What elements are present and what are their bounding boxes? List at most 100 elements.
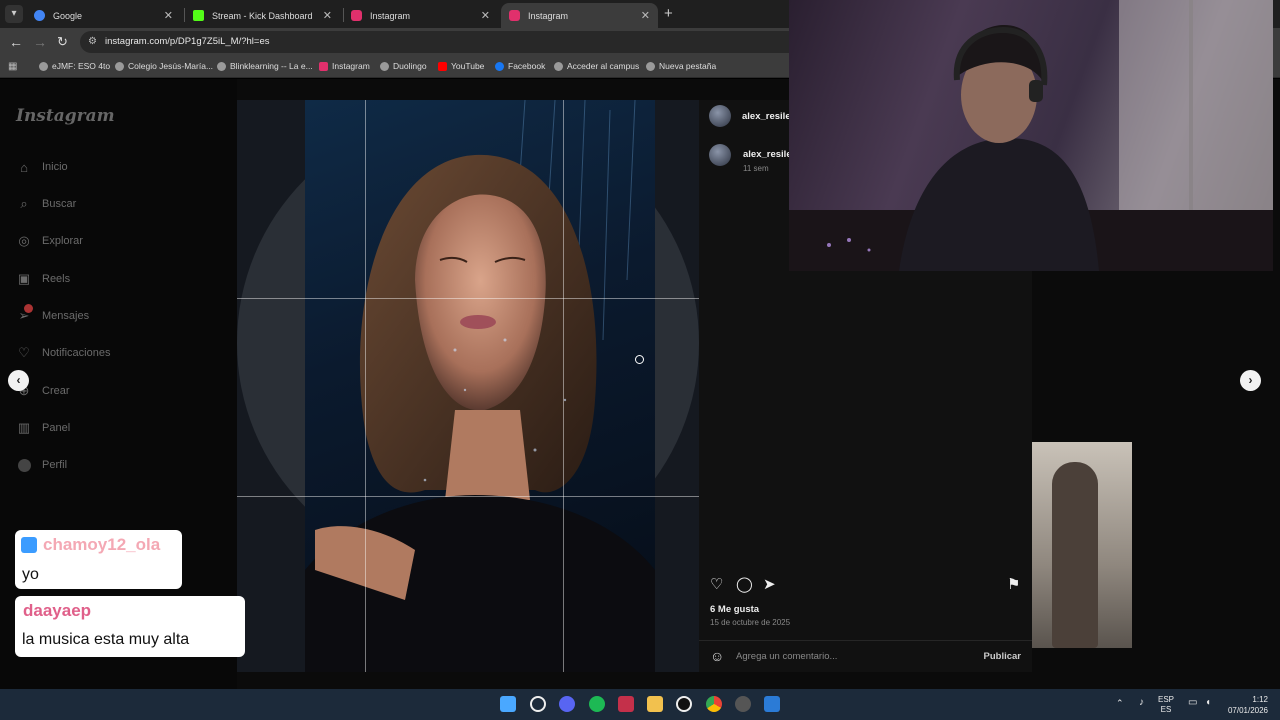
search-icon[interactable] (530, 696, 546, 712)
close-tab-icon[interactable]: ✕ (164, 9, 173, 22)
post-image-area[interactable] (237, 100, 699, 672)
spotify-icon[interactable] (589, 696, 605, 712)
share-icon[interactable]: ➤ (763, 577, 776, 592)
bookmark-item[interactable]: Colegio Jesús-María... (115, 61, 213, 71)
bookmark-item[interactable]: eJMF: ESO 4to (39, 61, 110, 71)
youtube-icon (438, 61, 447, 71)
publish-button[interactable]: Publicar (984, 651, 1022, 662)
instagram-logo[interactable]: Instagram (16, 106, 115, 126)
bookmark-label: YouTube (451, 61, 485, 71)
nav-item-buscar[interactable]: ⌕ Buscar (16, 196, 76, 212)
tray-chevron-icon[interactable]: ⌃ (1116, 698, 1124, 708)
streamer-webcam-overlay (789, 0, 1273, 271)
microphone-icon[interactable]: ♪ (1139, 698, 1144, 708)
file-explorer-icon[interactable] (647, 696, 663, 712)
nav-item-panel[interactable]: ▥ Panel (16, 420, 70, 436)
language-indicator[interactable]: ESP ES (1158, 695, 1174, 715)
tab-google[interactable]: Google ✕ (26, 3, 181, 28)
likes-count[interactable]: 6 Me gusta (710, 604, 759, 615)
bookmark-item[interactable]: Instagram (319, 61, 370, 71)
chart-icon: ▥ (17, 420, 31, 435)
nav-item-perfil[interactable]: Perfil (16, 457, 67, 473)
bookmark-label: Colegio Jesús-María... (128, 61, 214, 71)
bookmark-label: Nueva pestaña (659, 61, 717, 71)
url-input[interactable]: ⚙ instagram.com/p/DP1g7Z5iL_M/?hl=es (80, 31, 800, 53)
apps-grid-icon[interactable]: ▦ (8, 61, 17, 72)
nav-label: Notificaciones (42, 347, 111, 359)
post-author-username[interactable]: alex_resiler (742, 111, 794, 122)
remote-desktop-icon[interactable] (764, 696, 780, 712)
reload-icon[interactable]: ↻ (57, 34, 68, 50)
nav-item-mensajes[interactable]: ➢ Mensajes (16, 304, 90, 324)
kick-favicon-icon (193, 10, 204, 21)
close-tab-icon[interactable]: ✕ (323, 9, 332, 22)
globe-icon (217, 61, 226, 71)
chat-text: la musica esta muy alta (22, 631, 190, 648)
steam-icon[interactable] (735, 696, 751, 712)
chrome-icon[interactable] (706, 696, 722, 712)
nav-label: Crear (42, 385, 70, 397)
avatar[interactable] (709, 105, 731, 127)
nav-label: Mensajes (42, 310, 90, 322)
bookmark-item[interactable]: Acceder al campus (554, 61, 639, 71)
nav-item-inicio[interactable]: ⌂ Inicio (16, 159, 68, 175)
keyboard-layout: ES (1160, 705, 1172, 714)
caption-username[interactable]: alex_resiler (743, 149, 795, 160)
crop-grid-line (563, 100, 564, 672)
nav-item-explorar[interactable]: ◎ Explorar (16, 233, 83, 249)
bookmark-label: Blinklearning -- La e... (230, 61, 313, 71)
volume-icon[interactable]: ◖ (1205, 698, 1211, 708)
windows-start-icon[interactable] (500, 696, 516, 712)
site-settings-icon[interactable]: ⚙ (88, 31, 97, 53)
tab-instagram-active[interactable]: Instagram ✕ (501, 3, 658, 28)
url-text: instagram.com/p/DP1g7Z5iL_M/?hl=es (105, 36, 270, 47)
bookmark-item[interactable]: Duolingo (380, 61, 427, 71)
network-icon[interactable]: ▭ (1188, 698, 1197, 708)
comment-bar: ☺ Agrega un comentario... Publicar (699, 640, 1032, 672)
comment-input[interactable]: Agrega un comentario... (736, 651, 837, 662)
next-post-button[interactable]: › (1240, 370, 1261, 391)
nav-item-reels[interactable]: ▣ Reels (16, 271, 70, 287)
facebook-icon (495, 61, 504, 71)
new-tab-button[interactable]: + (664, 5, 673, 22)
screen: ▾ Google ✕ Stream - Kick Dashboard ✕ Ins… (0, 0, 1280, 720)
chat-username: daayaep (23, 601, 92, 620)
system-clock[interactable]: 1:12 07/01/2026 (1228, 694, 1268, 716)
globe-icon (646, 61, 655, 71)
tab-title: Instagram (370, 10, 411, 21)
discord-icon[interactable] (559, 696, 575, 712)
close-tab-icon[interactable]: ✕ (641, 9, 650, 22)
profile-icon (16, 457, 32, 473)
back-arrow-icon[interactable]: ← (9, 34, 23, 50)
heart-icon[interactable]: ♡ (710, 577, 723, 592)
close-tab-icon[interactable]: ✕ (481, 9, 490, 22)
google-favicon-icon (34, 10, 45, 21)
crop-handle-icon[interactable] (635, 355, 644, 364)
bookmark-label: eJMF: ESO 4to (52, 61, 111, 71)
tab-search-button[interactable]: ▾ (5, 5, 23, 23)
nav-label: Explorar (42, 235, 83, 247)
bookmark-icon[interactable]: ⚑ (1007, 577, 1020, 592)
nav-label: Panel (42, 422, 71, 434)
comment-icon[interactable]: ◯ (736, 577, 753, 592)
previous-post-button[interactable]: ‹ (8, 370, 29, 391)
forward-arrow-icon[interactable]: → (33, 34, 47, 50)
tab-instagram[interactable]: Instagram ✕ (343, 3, 498, 28)
tab-kick-dashboard[interactable]: Stream - Kick Dashboard ✕ (185, 3, 340, 28)
bookmark-item[interactable]: Facebook (495, 61, 545, 71)
bookmark-item[interactable]: Nueva pestaña (646, 61, 716, 71)
chat-text: yo (22, 566, 39, 583)
nav-item-notificaciones[interactable]: ♡ Notificaciones (16, 345, 110, 361)
next-post-thumbnail[interactable] (1032, 442, 1132, 648)
heart-icon: ♡ (18, 345, 30, 360)
clock-date: 07/01/2026 (1227, 706, 1268, 715)
bookmark-item[interactable]: YouTube (438, 61, 484, 71)
tab-title: Google (53, 10, 83, 21)
kick-app-icon[interactable] (618, 696, 634, 712)
messages-icon: ➢ (16, 304, 33, 324)
obs-icon[interactable] (676, 696, 692, 712)
bookmark-item[interactable]: Blinklearning -- La e... (217, 61, 313, 71)
avatar[interactable] (709, 144, 731, 166)
home-icon: ⌂ (20, 159, 28, 175)
emoji-icon[interactable]: ☺ (710, 648, 724, 664)
